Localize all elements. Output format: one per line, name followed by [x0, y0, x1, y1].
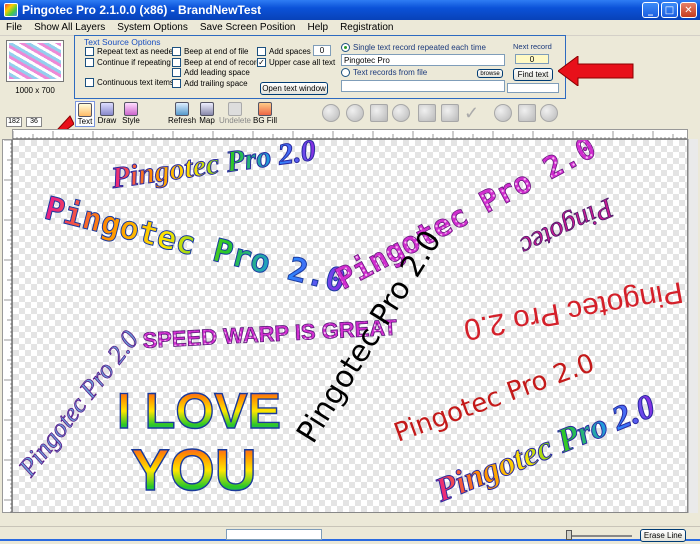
progress-line: [0, 539, 700, 541]
style-tool-button[interactable]: Style: [120, 101, 142, 127]
menu-system-options[interactable]: System Options: [111, 22, 194, 33]
continue-repeating-checkbox[interactable]: Continue if repeating: [85, 58, 171, 67]
main-toolbar: Text Draw Style Refresh Map Undelete BG …: [74, 101, 566, 127]
next-record-label: Next record: [513, 42, 552, 51]
open-text-window-button[interactable]: Open text window: [260, 82, 328, 95]
status-field: [226, 529, 322, 540]
style-tool-icon: [124, 102, 138, 116]
zoom-slider-track[interactable]: [566, 535, 632, 537]
duplicate-icon[interactable]: [441, 104, 459, 122]
title-bar: Pingotec Pro 2.1.0.0 (x86) - BrandNewTes…: [0, 0, 700, 20]
horizontal-ruler: [12, 129, 688, 140]
bg-fill-icon: [258, 102, 272, 116]
layers-icon[interactable]: [418, 104, 436, 122]
thumbnail-size-label: 1000 x 700: [15, 86, 55, 95]
bg-fill-button[interactable]: BG Fill: [252, 101, 278, 127]
beep-end-file-checkbox[interactable]: Beep at end of file: [172, 47, 249, 56]
canvas-text-2[interactable]: Pingotec Pro 2.0: [41, 188, 350, 300]
menu-registration[interactable]: Registration: [334, 22, 399, 33]
resize-icon[interactable]: [370, 104, 388, 122]
map-icon: [200, 102, 214, 116]
design-canvas[interactable]: Pingotec Pro 2.0 Pingotec Pro 2.0 Pingot…: [12, 139, 688, 513]
canvas-text-8b[interactable]: YOU: [130, 437, 257, 503]
draw-tool-icon: [100, 102, 114, 116]
next-record-field[interactable]: 0: [515, 54, 549, 64]
vertical-ruler: [2, 139, 13, 513]
maximize-button[interactable]: □: [661, 2, 678, 18]
menu-save-screen-position[interactable]: Save Screen Position: [194, 22, 302, 33]
canvas-text-4[interactable]: Pingotec: [514, 191, 620, 263]
rotate-icon[interactable]: [346, 104, 364, 122]
continuous-text-checkbox[interactable]: Continuous text items: [85, 78, 174, 87]
move-icon[interactable]: [322, 104, 340, 122]
erase-line-button[interactable]: Erase Line: [640, 529, 686, 542]
vertical-scrollbar[interactable]: [688, 139, 698, 513]
zoom-slider-thumb[interactable]: [566, 530, 572, 540]
upper-case-checkbox[interactable]: ✓ Upper case all text: [257, 58, 335, 67]
text-tool-icon: [78, 103, 92, 117]
refresh-button[interactable]: Refresh: [168, 101, 196, 127]
red-arrow-find-text: [558, 56, 634, 86]
map-button[interactable]: Map: [196, 101, 218, 127]
refresh-icon: [175, 102, 189, 116]
text-tool-button[interactable]: Text: [75, 101, 95, 127]
window-title: Pingotec Pro 2.1.0.0 (x86) - BrandNewTes…: [22, 3, 262, 17]
minimize-button[interactable]: _: [642, 2, 659, 18]
menu-bar: File Show All Layers System Options Save…: [0, 20, 700, 36]
undelete-button[interactable]: Undelete: [219, 101, 251, 127]
records-from-file-radio[interactable]: Text records from file: [341, 68, 427, 77]
canvas-thumbnail[interactable]: [6, 40, 64, 82]
add-spaces-checkbox[interactable]: Add spaces: [257, 47, 311, 56]
find-text-button[interactable]: Find text: [513, 68, 553, 81]
close-button[interactable]: ✕: [680, 2, 697, 18]
menu-help[interactable]: Help: [302, 22, 335, 33]
draw-tool-button[interactable]: Draw: [96, 101, 118, 127]
size-box-1[interactable]: 182: [6, 117, 22, 127]
canvas-text-5[interactable]: Pingotec Pro 2.0: [461, 275, 685, 346]
add-leading-space-checkbox[interactable]: Add leading space: [172, 68, 250, 77]
menu-file[interactable]: File: [0, 22, 28, 33]
undelete-icon: [228, 102, 242, 116]
single-record-radio[interactable]: Single text record repeated each time: [341, 43, 486, 52]
beep-end-record-checkbox[interactable]: Beep at end of record: [172, 58, 261, 67]
file-path-field[interactable]: [341, 80, 505, 92]
find-result-field[interactable]: [507, 83, 559, 93]
spaces-count-field[interactable]: 0: [313, 45, 331, 56]
app-icon: [4, 3, 18, 17]
repeat-text-checkbox[interactable]: Repeat text as needed: [85, 47, 178, 56]
canvas-text-8a[interactable]: I LOVE: [116, 382, 281, 439]
add-trailing-space-checkbox[interactable]: Add trailing space: [172, 79, 248, 88]
canvas-text-1[interactable]: Pingotec Pro 2.0: [108, 140, 318, 196]
browse-button[interactable]: browse: [477, 69, 503, 78]
cancel-icon[interactable]: [540, 104, 558, 122]
check-icon[interactable]: ✓: [464, 104, 482, 122]
undo-icon[interactable]: [494, 104, 512, 122]
text-source-title: Text Source Options: [84, 37, 161, 47]
menu-show-all-layers[interactable]: Show All Layers: [28, 22, 111, 33]
warp-icon[interactable]: [392, 104, 410, 122]
single-record-field[interactable]: Pingotec Pro: [341, 54, 505, 66]
status-bar: Erase Line: [0, 526, 700, 544]
text-source-panel: Text Source Options Repeat text as neede…: [74, 35, 566, 99]
trash-icon[interactable]: [518, 104, 536, 122]
